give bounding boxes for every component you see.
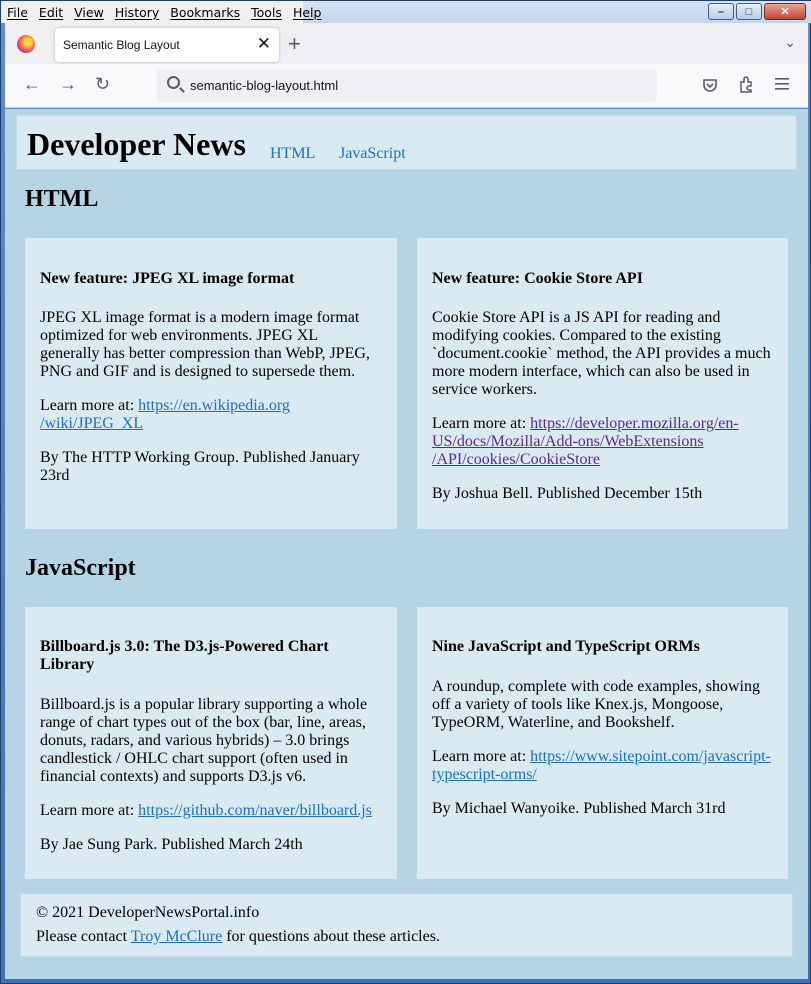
nav-link-html[interactable]: HTML — [270, 145, 315, 163]
firefox-icon[interactable] — [17, 35, 35, 53]
tab-title: Semantic Blog Layout — [63, 38, 180, 52]
article-title: New feature: JPEG XL image format — [40, 270, 295, 287]
site-footer: © 2021 DeveloperNewsPortal.info Please c… — [20, 893, 793, 957]
menu-file[interactable]: File — [7, 5, 28, 20]
tab-active[interactable]: Semantic Blog Layout ✕ — [55, 28, 279, 62]
minimize-button[interactable]: – — [708, 3, 734, 20]
tab-bar: Semantic Blog Layout ✕ + ⌄ — [5, 23, 808, 64]
article-byline: By Jae Sung Park. Published March 24th — [40, 836, 303, 853]
menu-view[interactable]: View — [74, 5, 104, 20]
article-link[interactable]: https://github.com/naver/billboard.js — [138, 802, 372, 819]
pocket-icon[interactable] — [702, 77, 718, 93]
back-arrow-icon[interactable]: ← — [23, 74, 41, 95]
menu-bar: File Edit View History Bookmarks Tools H… — [1, 1, 811, 23]
forward-arrow-icon[interactable]: → — [59, 74, 77, 95]
menu-help[interactable]: Help — [293, 5, 322, 20]
article-title: Billboard.js 3.0: The D3.js-Powered Char… — [40, 638, 329, 673]
close-window-button[interactable]: ✕ — [764, 3, 806, 20]
article-byline: By The HTTP Working Group. Published Jan… — [40, 449, 360, 484]
menu-tools[interactable]: Tools — [251, 5, 282, 20]
nav-bar: ← → ↻ semantic-blog-layout.html — [5, 64, 808, 108]
article-byline: By Joshua Bell. Published December 15th — [432, 485, 703, 502]
article-learn-more: Learn more at: https://developer.mozilla… — [432, 415, 739, 468]
nav-link-javascript[interactable]: JavaScript — [339, 145, 406, 163]
article-learn-more: Learn more at: https://en.wikipedia.org /… — [40, 397, 290, 432]
article-body: Billboard.js is a popular library suppor… — [40, 696, 368, 785]
hamburger-menu-icon[interactable] — [775, 78, 789, 90]
menu-history[interactable]: History — [115, 5, 159, 20]
menu-bookmarks[interactable]: Bookmarks — [170, 5, 240, 20]
section-title-html: HTML — [25, 186, 99, 212]
article-card: Billboard.js 3.0: The D3.js-Powered Char… — [25, 607, 397, 879]
article-card: New feature: JPEG XL image format JPEG X… — [25, 238, 397, 529]
footer-copyright: © 2021 DeveloperNewsPortal.info — [36, 904, 260, 921]
search-icon — [167, 76, 180, 89]
article-title: New feature: Cookie Store API — [432, 270, 643, 287]
article-body: A roundup, complete with code examples, … — [432, 678, 760, 731]
article-card: Nine JavaScript and TypeScript ORMs A ro… — [417, 607, 788, 879]
article-body: Cookie Store API is a JS API for reading… — [432, 309, 771, 398]
site-header: Developer News HTML JavaScript — [16, 115, 797, 170]
article-learn-more: Learn more at: https://www.sitepoint.com… — [432, 748, 771, 783]
footer-contact: Please contact Troy McClure for question… — [36, 928, 440, 945]
maximize-button[interactable]: □ — [736, 3, 762, 20]
article-learn-more: Learn more at: https://github.com/naver/… — [40, 802, 372, 819]
page-viewport: Developer News HTML JavaScript HTML New … — [5, 109, 808, 979]
section-title-javascript: JavaScript — [25, 555, 136, 581]
reload-icon[interactable]: ↻ — [95, 74, 110, 95]
chevron-down-icon[interactable]: ⌄ — [784, 34, 796, 51]
tab-close-icon[interactable]: ✕ — [257, 34, 271, 54]
url-bar[interactable]: semantic-blog-layout.html — [157, 69, 657, 102]
article-card: New feature: Cookie Store API Cookie Sto… — [417, 238, 788, 529]
extensions-icon[interactable] — [738, 76, 755, 93]
menu-list: File Edit View History Bookmarks Tools H… — [1, 1, 321, 23]
menu-edit[interactable]: Edit — [39, 5, 63, 20]
article-byline: By Michael Wanyoike. Published March 31r… — [432, 800, 726, 817]
article-title: Nine JavaScript and TypeScript ORMs — [432, 638, 700, 655]
browser-window: File Edit View History Bookmarks Tools H… — [0, 0, 811, 984]
site-title: Developer News — [27, 126, 246, 162]
contact-link[interactable]: Troy McClure — [131, 928, 222, 945]
url-text[interactable]: semantic-blog-layout.html — [190, 78, 338, 93]
new-tab-icon[interactable]: + — [288, 31, 301, 57]
article-body: JPEG XL image format is a modern image f… — [40, 309, 370, 380]
window-controls: – □ ✕ — [708, 3, 806, 20]
